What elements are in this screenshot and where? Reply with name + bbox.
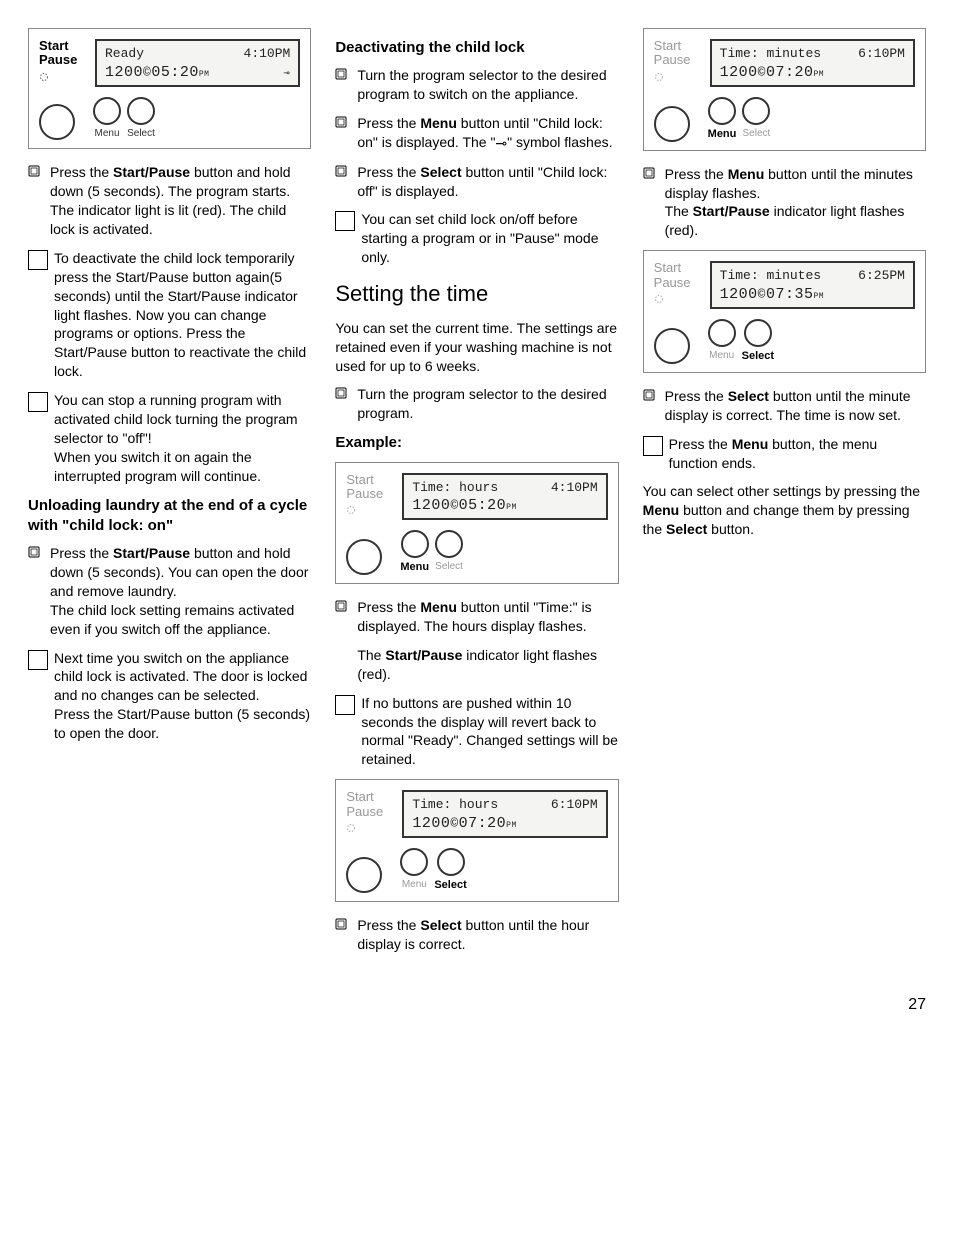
body-text: You can set the current time. The settin… — [335, 319, 618, 376]
bullet-icon — [335, 916, 357, 954]
instruction-item: Press the Start/Pause button and hold do… — [28, 163, 311, 239]
instruction-item: Press the Menu button until "Time:" is d… — [335, 598, 618, 636]
body-text: You can select other settings by pressin… — [643, 482, 926, 539]
start-pause-label: Start Pause — [654, 261, 700, 290]
start-pause-button[interactable] — [346, 857, 382, 893]
bullet-icon — [335, 66, 357, 104]
select-label: Select — [742, 349, 774, 364]
menu-label: Menu — [400, 560, 429, 575]
subheading: Example: — [335, 433, 618, 453]
menu-button[interactable] — [401, 530, 429, 558]
instruction-item: Turn the program selector to the desired… — [335, 385, 618, 423]
menu-button[interactable] — [93, 97, 121, 125]
lcd-display: Ready4:10PM 1200©05:20PM⊸ — [95, 39, 300, 87]
bullet-icon — [28, 163, 50, 239]
note-icon — [28, 250, 48, 270]
section-heading: Setting the time — [335, 279, 618, 309]
bullet-icon — [335, 114, 357, 153]
note-item: To deactivate the child lock temporarily… — [28, 249, 311, 381]
note-icon — [28, 650, 48, 670]
select-label: Select — [434, 878, 466, 893]
note-item: Press the Menu button, the menu function… — [643, 435, 926, 473]
note-icon — [643, 436, 663, 456]
bullet-icon — [28, 544, 50, 638]
menu-button[interactable] — [708, 97, 736, 125]
menu-label: Menu — [708, 127, 737, 142]
instruction-item: Press the Select button until the hour d… — [335, 916, 618, 954]
control-panel-3: Start Pause Time: hours6:10PM 1200©07:20… — [335, 779, 618, 902]
instruction-item: Turn the program selector to the desired… — [335, 66, 618, 104]
select-button[interactable] — [742, 97, 770, 125]
start-pause-button[interactable] — [654, 328, 690, 364]
bullet-icon — [643, 165, 665, 241]
select-button[interactable] — [437, 848, 465, 876]
menu-button[interactable] — [400, 848, 428, 876]
control-panel-4: Start Pause Time: minutes6:10PM 1200©07:… — [643, 28, 926, 151]
indicator-icon — [654, 72, 664, 82]
subheading: Deactivating the child lock — [335, 38, 618, 58]
indicator-icon — [346, 823, 356, 833]
lcd-display: Time: hours6:10PM 1200©07:20PM — [402, 790, 607, 838]
bullet-icon — [335, 385, 357, 423]
subheading: Unloading laundry at the end of a cycle … — [28, 496, 311, 537]
instruction-item: Press the Menu button until the minutes … — [643, 165, 926, 241]
note-item: You can stop a running program with acti… — [28, 391, 311, 485]
bullet-icon — [335, 163, 357, 201]
lcd-display: Time: minutes6:25PM 1200©07:35PM — [710, 261, 915, 309]
menu-label: Menu — [94, 127, 119, 141]
lcd-display: Time: minutes6:10PM 1200©07:20PM — [710, 39, 915, 87]
start-pause-label: Start Pause — [346, 473, 392, 502]
start-pause-button[interactable] — [654, 106, 690, 142]
select-label: Select — [127, 127, 155, 141]
note-item: If no buttons are pushed within 10 secon… — [335, 694, 618, 770]
note-icon — [28, 392, 48, 412]
lcd-display: Time: hours4:10PM 1200©05:20PM — [402, 473, 607, 521]
control-panel-5: Start Pause Time: minutes6:25PM 1200©07:… — [643, 250, 926, 373]
menu-label: Menu — [402, 878, 427, 892]
select-label: Select — [435, 560, 463, 574]
select-button[interactable] — [127, 97, 155, 125]
page-number: 27 — [28, 994, 926, 1016]
start-pause-label: Start Pause — [39, 39, 85, 68]
control-panel-1: Start Pause Ready4:10PM 1200©05:20PM⊸ Me… — [28, 28, 311, 149]
bullet-icon — [643, 387, 665, 425]
indicator-icon — [346, 505, 356, 515]
indicator-icon — [654, 294, 664, 304]
note-icon — [335, 695, 355, 715]
menu-label: Menu — [709, 349, 734, 363]
note-icon — [335, 211, 355, 231]
instruction-item: Press the Menu button until "Child lock:… — [335, 114, 618, 153]
instruction-item: Press the Select button until the minute… — [643, 387, 926, 425]
body-text: The Start/Pause indicator light flashes … — [335, 646, 618, 684]
start-pause-label: Start Pause — [346, 790, 392, 819]
start-pause-button[interactable] — [346, 539, 382, 575]
select-button[interactable] — [744, 319, 772, 347]
control-panel-2: Start Pause Time: hours4:10PM 1200©05:20… — [335, 462, 618, 585]
select-button[interactable] — [435, 530, 463, 558]
menu-button[interactable] — [708, 319, 736, 347]
instruction-item: Press the Select button until "Child loc… — [335, 163, 618, 201]
bullet-icon — [335, 598, 357, 636]
instruction-item: Press the Start/Pause button and hold do… — [28, 544, 311, 638]
note-item: Next time you switch on the appliance ch… — [28, 649, 311, 743]
start-pause-button[interactable] — [39, 104, 75, 140]
note-item: You can set child lock on/off before sta… — [335, 210, 618, 267]
select-label: Select — [742, 127, 770, 141]
start-pause-label: Start Pause — [654, 39, 700, 68]
indicator-icon — [39, 72, 49, 82]
